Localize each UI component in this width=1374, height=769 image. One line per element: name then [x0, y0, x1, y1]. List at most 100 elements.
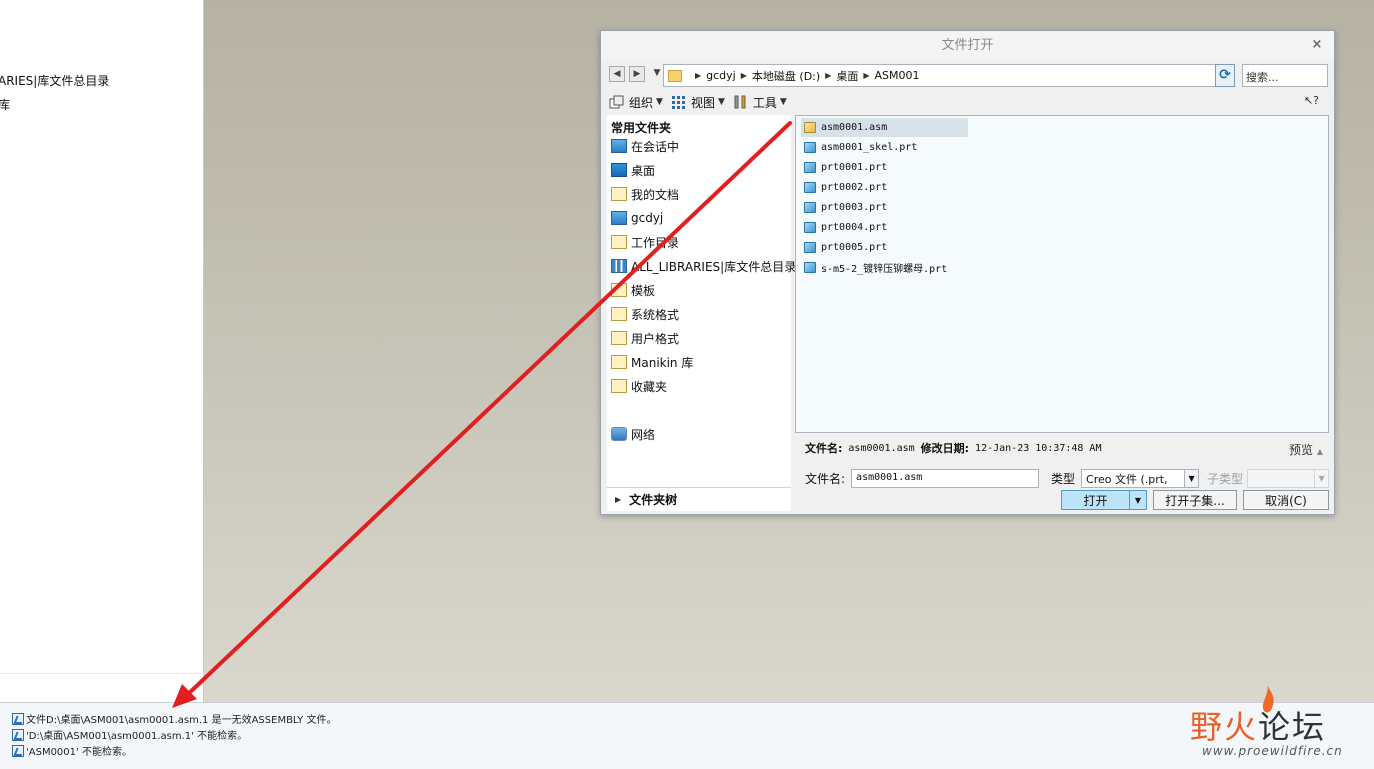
part-file-icon [804, 262, 816, 273]
type-label: 类型 [1051, 471, 1076, 486]
chevron-down-icon: ▼ [717, 97, 725, 107]
part-file-icon [804, 142, 816, 153]
file-list-item[interactable]: prt0002.prt [801, 178, 887, 197]
favorite-label: gcdyj [631, 211, 664, 225]
favorite-label: 我的文档 [631, 187, 680, 202]
part-file-icon [804, 222, 816, 233]
file-list-item[interactable]: prt0004.prt [801, 218, 887, 237]
file-name: s-m5-2_镀锌压铆螺母.prt [821, 264, 948, 275]
watermark-title: 野火论坛 [1190, 708, 1327, 746]
refresh-button[interactable]: ⟳ [1215, 64, 1235, 87]
chevron-up-icon: ▲ [1316, 447, 1323, 456]
breadcrumb-item[interactable]: 桌面 [836, 68, 858, 84]
breadcrumb-item[interactable]: ASM001 [874, 69, 919, 82]
message-line: 文件D:\桌面\ASM001\asm0001.asm.1 是一无效ASSEMBL… [12, 711, 336, 726]
message-line: 'ASM0001' 不能检索。 [12, 743, 132, 758]
file-name: prt0001.prt [821, 162, 888, 173]
message-text: 'D:\桌面\ASM001\asm0001.asm.1' 不能检索。 [26, 731, 248, 742]
breadcrumb-item[interactable]: gcdyj [706, 69, 736, 82]
favorite-label: 收藏夹 [631, 379, 668, 394]
favorite-label: 模板 [631, 283, 656, 298]
file-list-item[interactable]: prt0001.prt [801, 158, 887, 177]
info-file-label: 文件名: [805, 442, 843, 455]
open-button[interactable]: 打开 [1061, 490, 1129, 510]
forward-arrow-icon[interactable]: ▶ [629, 66, 645, 82]
folder-icon [611, 307, 627, 321]
view-menu[interactable]: 视图 ▼ [671, 94, 725, 111]
divider [0, 673, 204, 674]
open-options-dropdown[interactable]: ▼ [1129, 490, 1147, 510]
file-name: prt0004.prt [821, 222, 888, 233]
close-button[interactable]: × [1310, 38, 1324, 52]
left-tree-item-libraries[interactable]: ARIES|库文件总目录 [0, 72, 109, 89]
tools-menu[interactable]: 工具 ▼ [733, 94, 787, 111]
file-list-item[interactable]: asm0001_skel.prt [801, 138, 917, 157]
file-info-strip: 文件名: asm0001.asm 修改日期: 12-Jan-23 10:37:4… [795, 438, 1329, 458]
message-info-icon [12, 744, 24, 757]
dialog-buttons: 打开 ▼ 打开子集... 取消(C) [1061, 490, 1335, 512]
preview-toggle[interactable]: 预览 ▲ [1289, 441, 1323, 458]
favorite-item[interactable]: 桌面 [611, 161, 655, 179]
favorite-item[interactable]: 我的文档 [611, 185, 679, 203]
file-list-item[interactable]: prt0003.prt [801, 198, 887, 217]
part-file-icon [804, 162, 816, 173]
favorite-item[interactable]: Manikin 库 [611, 353, 693, 371]
file-name-input[interactable]: asm0001.asm [851, 468, 1040, 488]
favorite-item[interactable]: 用户格式 [611, 329, 679, 347]
info-file-value: asm0001.asm [848, 442, 915, 454]
chevron-right-icon: ▶ [825, 71, 832, 80]
address-bar[interactable]: ▶ gcdyj ▶ 本地磁盘 (D:) ▶ 桌面 ▶ ASM001 ▼ [663, 64, 1227, 87]
breadcrumb-item[interactable]: 本地磁盘 (D:) [752, 68, 820, 84]
file-name: prt0002.prt [821, 182, 888, 193]
favorite-label: 在会话中 [631, 139, 680, 154]
favorite-item[interactable]: 在会话中 [611, 137, 679, 155]
chevron-right-icon: ▶ [740, 71, 747, 80]
message-info-icon [12, 728, 24, 741]
part-file-icon [804, 202, 816, 213]
favorite-item[interactable]: 收藏夹 [611, 377, 667, 395]
folder-icon [611, 283, 627, 297]
file-list-item[interactable]: prt0005.prt [801, 238, 887, 257]
organize-menu[interactable]: 组织 ▼ [609, 94, 663, 111]
info-date-value: 12-Jan-23 10:37:48 AM [975, 442, 1102, 454]
file-list-item[interactable]: asm0001.asm [801, 118, 968, 137]
help-pointer-icon[interactable]: ↖? [1304, 94, 1319, 107]
folder-icon [611, 355, 627, 369]
search-input[interactable]: 搜索... [1242, 64, 1328, 87]
chevron-down-icon: ▼ [656, 97, 663, 107]
forum-watermark: 野火论坛 www.proewildfire.cn [1188, 686, 1368, 766]
file-list-item[interactable]: s-m5-2_镀锌压铆螺母.prt [801, 258, 947, 277]
favorite-item[interactable]: 工作目录 [611, 233, 679, 251]
file-type-select[interactable]: Creo 文件 (.prt, ▼ [1081, 468, 1200, 488]
file-name: asm0001.asm [821, 122, 888, 133]
folder-tree-label: 文件夹树 [629, 493, 678, 507]
chevron-right-icon: ▶ [695, 71, 702, 80]
file-name: asm0001_skel.prt [821, 142, 918, 153]
back-arrow-icon[interactable]: ◀ [609, 66, 625, 82]
favorite-item[interactable]: gcdyj [611, 209, 663, 227]
message-info-icon [12, 712, 24, 725]
favorite-label: Manikin 库 [631, 355, 694, 370]
favorite-label: 用户格式 [631, 331, 680, 346]
subtype-select[interactable]: ▼ [1247, 468, 1330, 488]
favorite-item[interactable]: 模板 [611, 281, 655, 299]
favorite-item[interactable]: 系统格式 [611, 305, 679, 323]
tools-icon [733, 95, 749, 109]
favorite-network[interactable]: 网络 [611, 425, 655, 443]
folder-icon [611, 235, 627, 249]
folder-tree-toggle[interactable]: ▶ 文件夹树 [607, 487, 791, 511]
file-list[interactable]: asm0001.asm asm0001_skel.prt prt0001.prt pr… [795, 115, 1329, 433]
chevron-right-icon: ▶ [863, 71, 870, 80]
file-open-dialog: 文件打开 × ◀ ▶ ▼ ▶ gcdyj ▶ 本地磁盘 (D:) ▶ 桌面 ▶ … [600, 30, 1335, 515]
file-name: prt0005.prt [821, 242, 888, 253]
favorite-label: 网络 [631, 427, 656, 442]
left-tree-item-library[interactable]: 库 [0, 96, 10, 113]
cancel-button[interactable]: 取消(C) [1243, 490, 1329, 510]
favorites-panel: 常用文件夹 在会话中 桌面 我的文档 gcdyj 工作目录 ALL_LIBRARIES|库… [607, 115, 796, 511]
info-date-label: 修改日期: [920, 442, 970, 455]
open-subset-button[interactable]: 打开子集... [1153, 490, 1237, 510]
watermark-url: www.proewildfire.cn [1202, 744, 1343, 758]
favorite-item[interactable]: ALL_LIBRARIES|库文件总目录 [611, 257, 796, 275]
chevron-down-icon: ▼ [1184, 469, 1199, 487]
chevron-down-icon: ▼ [779, 97, 787, 107]
